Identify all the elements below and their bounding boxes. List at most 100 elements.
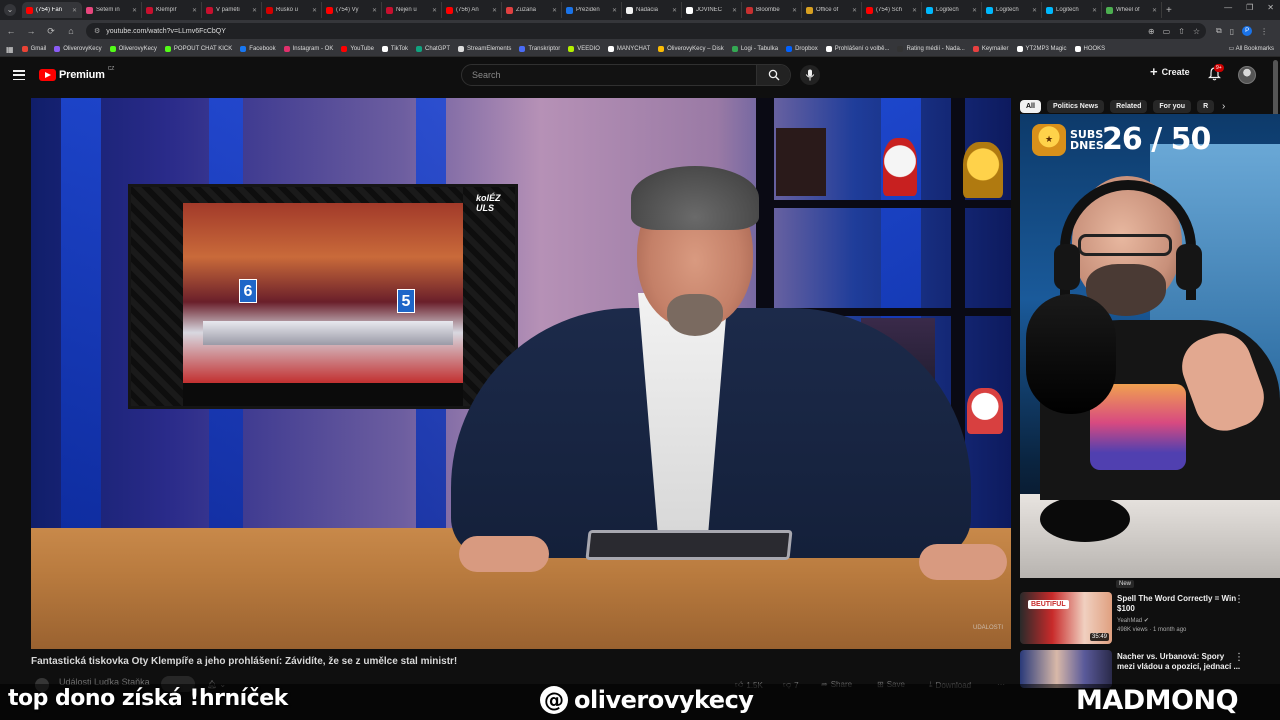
new-tab-button[interactable]: + [1166,5,1172,16]
home-icon[interactable]: ⌂ [66,26,76,36]
close-window-icon[interactable]: ✕ [1267,3,1274,12]
bookmark-item[interactable]: OliverovyKecy – Disk [658,46,724,52]
browser-tab[interactable]: Nejen u ✕ [382,2,442,18]
share-page-icon[interactable]: ⇧ [1178,27,1185,36]
tab-close-icon[interactable]: ✕ [132,7,137,14]
tab-close-icon[interactable]: ✕ [792,7,797,14]
bookmark-item[interactable]: OliverovyKecy [54,46,102,52]
bookmark-item[interactable]: VEEDIO [568,46,600,52]
browser-tab[interactable]: Logitech ✕ [922,2,982,18]
browser-tab[interactable]: (754) Vy ✕ [322,2,382,18]
browser-tab[interactable]: Zuzana ✕ [502,2,562,18]
related-channel[interactable]: YeahMad ✔ [1117,617,1149,624]
browser-tab[interactable]: (756) An ✕ [442,2,502,18]
related-title[interactable]: Spell The Word Correctly = Win $100 [1117,594,1243,614]
browser-tab[interactable]: Logitech ✕ [982,2,1042,18]
bookmark-item[interactable]: Dropbox [786,46,818,52]
tab-close-icon[interactable]: ✕ [252,7,257,14]
bookmark-item[interactable]: OliverovyKecy [109,46,157,52]
reload-icon[interactable]: ⟳ [46,26,56,37]
menu-hamburger-icon[interactable] [13,70,25,80]
bookmark-item[interactable]: HOOKS [1074,46,1105,52]
browser-tab[interactable]: Rusko u ✕ [262,2,322,18]
tab-search-icon[interactable]: ⌄ [4,4,16,16]
profile-avatar[interactable]: P [1242,26,1253,36]
browser-tab[interactable]: Office of ✕ [802,2,862,18]
browser-menu-icon[interactable]: ⋮ [1260,27,1268,36]
all-bookmarks-link[interactable]: ▭ All Bookmarks [1229,45,1274,52]
bookmark-item[interactable]: ChatGPT [416,46,450,52]
filter-chip[interactable]: For you [1153,99,1192,113]
browser-tab[interactable]: Logitech ✕ [1042,2,1102,18]
voice-search-button[interactable] [800,65,820,85]
bookmark-item[interactable]: Gmail [21,46,46,52]
browser-tab[interactable]: Bloombe ✕ [742,2,802,18]
tab-close-icon[interactable]: ✕ [312,7,317,14]
tab-close-icon[interactable]: ✕ [72,7,77,14]
tab-close-icon[interactable]: ✕ [372,7,377,14]
minimize-icon[interactable]: — [1224,3,1232,12]
bookmark-item[interactable]: Prohlášení o volbě... [825,46,889,52]
tab-close-icon[interactable]: ✕ [192,7,197,14]
tab-close-icon[interactable]: ✕ [552,7,557,14]
tab-close-icon[interactable]: ✕ [732,7,737,14]
tab-close-icon[interactable]: ✕ [672,7,677,14]
bookmark-item[interactable]: Keymailer [972,46,1009,52]
extensions-icon[interactable]: ⧉ [1216,26,1222,36]
filter-chip[interactable]: All [1020,99,1041,113]
apps-grid-icon[interactable]: ▦ [6,45,14,54]
tab-close-icon[interactable]: ✕ [1152,7,1157,14]
tab-close-icon[interactable]: ✕ [972,7,977,14]
bookmark-item[interactable]: YouTube [341,46,374,52]
tab-close-icon[interactable]: ✕ [1092,7,1097,14]
bookmark-item[interactable]: Instagram - OK [283,46,333,52]
bookmark-star-icon[interactable]: ☆ [1193,27,1200,36]
browser-tab[interactable]: JOVINEC ✕ [682,2,742,18]
bookmark-item[interactable]: Facebook [240,46,276,52]
cast-icon[interactable]: ▭ [1163,27,1171,36]
bookmark-item[interactable]: Rating médií - Nada... [897,46,965,52]
more-options-icon[interactable]: ⋮ [1234,594,1244,605]
bookmark-item[interactable]: YT2MP3 Magic [1016,46,1067,52]
filter-chip[interactable]: Related [1110,99,1148,113]
bookmark-item[interactable]: Transkriptor [519,46,560,52]
related-thumbnail[interactable]: BEUTIFUL 35:49 [1020,592,1112,644]
zoom-icon[interactable]: ⊕ [1148,27,1155,36]
notifications-button[interactable]: 9+ [1208,64,1224,86]
chip-scroll-right-icon[interactable]: › [1222,101,1225,112]
filter-chip[interactable]: R [1197,99,1215,113]
browser-tab[interactable]: Wheel of ✕ [1102,2,1162,18]
omnibox[interactable]: ⚙ youtube.com/watch?v=LLmv6FcCbQY ⊕ ▭ ⇧ … [86,23,1206,39]
restore-icon[interactable]: ❐ [1246,3,1253,12]
browser-tab[interactable]: Nadácia ✕ [622,2,682,18]
search-input[interactable] [462,65,756,85]
browser-tab[interactable]: V paměti ✕ [202,2,262,18]
site-info-icon[interactable]: ⚙ [94,27,100,35]
related-title[interactable]: Nacher vs. Urbanová: Spory mezi vládou a… [1117,652,1243,672]
browser-tab[interactable]: Šetem in ✕ [82,2,142,18]
tab-close-icon[interactable]: ✕ [492,7,497,14]
back-icon[interactable]: ← [6,26,16,36]
youtube-logo[interactable]: Premium CZ [39,66,114,81]
tab-close-icon[interactable]: ✕ [852,7,857,14]
sidebar-icon[interactable]: ▯ [1230,27,1234,36]
related-thumbnail[interactable] [1020,650,1112,688]
account-avatar[interactable] [1238,66,1256,84]
bookmark-item[interactable]: Logi - Tabulka [731,46,778,52]
video-player[interactable]: 6 5 kolÉZ ULS UDÁLOSTI [31,98,1011,649]
browser-tab[interactable]: Klempíř ✕ [142,2,202,18]
tab-close-icon[interactable]: ✕ [912,7,917,14]
bookmark-item[interactable]: TikTok [381,46,408,52]
bookmark-item[interactable]: MANYCHAT [607,46,650,52]
browser-tab[interactable]: (754) Fan ✕ [22,2,82,18]
more-options-icon[interactable]: ⋮ [1234,652,1244,663]
forward-icon[interactable]: → [26,26,36,36]
browser-tab[interactable]: (754) Sch ✕ [862,2,922,18]
bookmark-item[interactable]: POPOUT CHAT KICK [164,46,232,52]
browser-tab[interactable]: Preziden ✕ [562,2,622,18]
related-video-item[interactable]: BEUTIFUL 35:49 Spell The Word Correctly … [1020,592,1260,648]
tab-close-icon[interactable]: ✕ [1032,7,1037,14]
tab-close-icon[interactable]: ✕ [432,7,437,14]
search-button[interactable] [756,65,790,85]
bookmark-item[interactable]: StreamElements [458,46,511,52]
